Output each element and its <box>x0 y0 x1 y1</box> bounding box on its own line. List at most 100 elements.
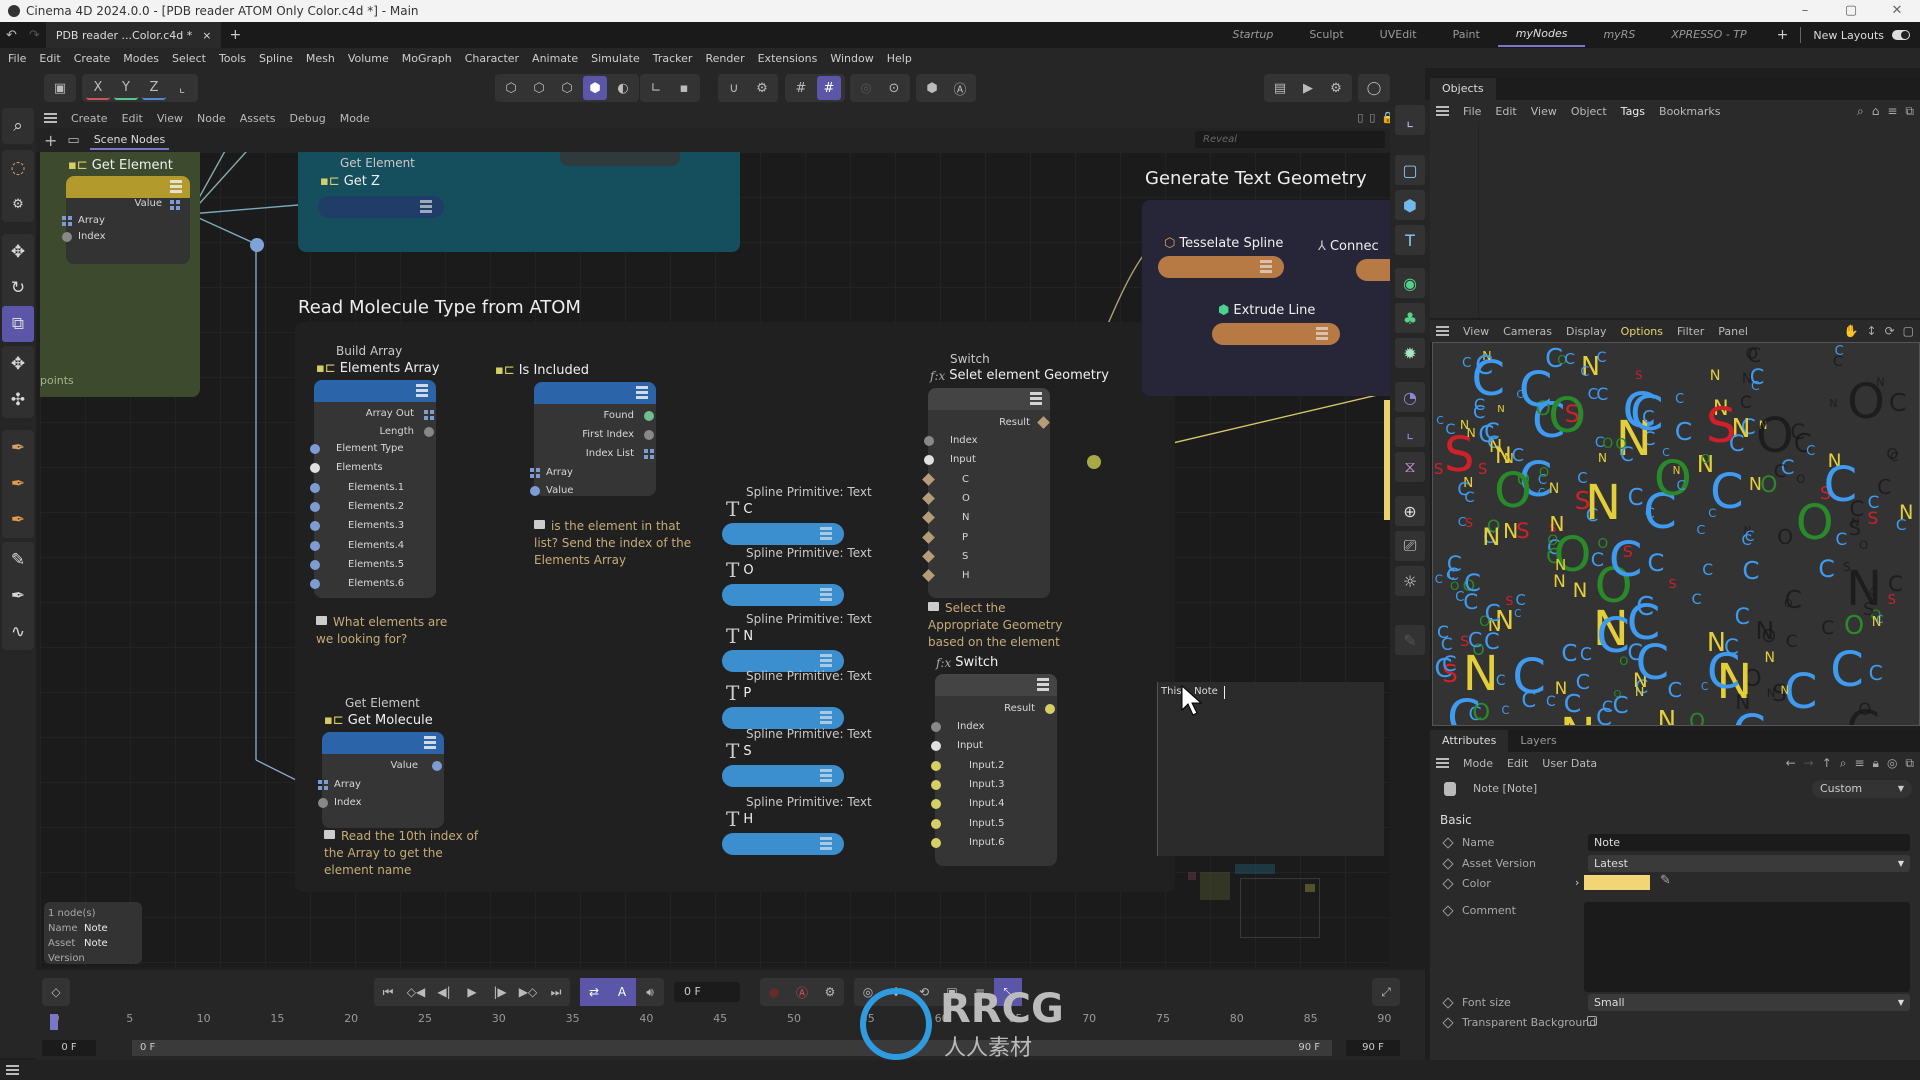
node-menu-icon[interactable] <box>1037 678 1049 691</box>
hamburger-menu-icon[interactable] <box>1436 106 1449 116</box>
group-generate-text[interactable] <box>1142 200 1390 396</box>
menu-simulate[interactable]: Simulate <box>591 52 640 65</box>
port-index-handle[interactable] <box>318 798 328 808</box>
selection-settings-icon[interactable]: ⚙ <box>2 186 34 222</box>
keyframe-diamond-icon[interactable] <box>1442 857 1454 870</box>
canvas-minimap[interactable] <box>1180 864 1390 954</box>
attr-menu-user-data[interactable]: User Data <box>1542 757 1597 770</box>
up-arrow-icon[interactable]: ↑ <box>1822 756 1832 771</box>
port-elements-6-handle[interactable] <box>310 579 320 590</box>
node-spline-text-h[interactable] <box>722 833 844 855</box>
target-icon[interactable]: ◎ <box>1887 756 1897 771</box>
menu-modes[interactable]: Modes <box>123 52 159 65</box>
environment-globe-icon[interactable]: ⊕ <box>1395 496 1425 526</box>
menu-select[interactable]: Select <box>172 52 206 65</box>
node-spline-text-o[interactable] <box>722 584 844 606</box>
spline-cubes-icon[interactable]: ✒ <box>2 502 34 538</box>
menu-mograph[interactable]: MoGraph <box>402 52 452 65</box>
transform-tool-icon[interactable]: ✥ <box>2 346 34 382</box>
node-menu-icon[interactable] <box>170 180 182 193</box>
port-elements-2-handle[interactable] <box>310 501 320 512</box>
ne-menu-debug[interactable]: Debug <box>290 112 326 125</box>
search-icon[interactable]: ⌕ <box>1857 104 1864 119</box>
node-menu-icon[interactable] <box>820 769 832 782</box>
close-tab-icon[interactable]: × <box>202 29 211 42</box>
menu-window[interactable]: Window <box>830 52 873 65</box>
hex-tool-icon[interactable]: ⬢ <box>920 76 944 100</box>
snap-settings-icon[interactable]: ⚙ <box>750 76 774 100</box>
layout-startup[interactable]: Startup <box>1214 22 1291 48</box>
node-menu-icon[interactable] <box>1316 327 1328 340</box>
cloner-icon[interactable]: ◉ <box>1395 268 1425 298</box>
menu-edit[interactable]: Edit <box>39 52 60 65</box>
search-icon[interactable]: ⌕ <box>1840 756 1847 771</box>
obj-menu-view[interactable]: View <box>1531 105 1557 118</box>
playhead[interactable] <box>50 1014 58 1030</box>
comment-textarea[interactable] <box>1584 902 1910 992</box>
hamburger-menu-icon[interactable] <box>44 113 57 123</box>
deformer-icon[interactable]: ◔ <box>1395 382 1425 412</box>
asset-version-dropdown[interactable]: Latest ▼ <box>1588 855 1910 872</box>
snap-magnet-icon[interactable]: ∪ <box>722 76 746 100</box>
name-input[interactable]: Note <box>1588 834 1910 851</box>
light-icon[interactable]: ☼ <box>1395 566 1425 596</box>
redo-icon[interactable]: ↷ <box>23 28 46 43</box>
port-array-handle[interactable] <box>318 780 328 790</box>
tab-attributes[interactable]: Attributes <box>1430 730 1509 752</box>
field-icon[interactable]: ⌞ <box>1395 417 1425 447</box>
menu-render[interactable]: Render <box>705 52 744 65</box>
y-axis-lock-button[interactable]: Y <box>114 76 138 100</box>
obj-menu-object[interactable]: Object <box>1571 105 1607 118</box>
keyframe-diamond-icon[interactable] <box>1442 836 1454 849</box>
node-graph-canvas[interactable]: points ▪⊏ Get Element Value Array Index G… <box>40 152 1390 967</box>
new-layouts-toggle[interactable] <box>1892 30 1910 40</box>
port-elements-4-handle[interactable] <box>310 540 320 551</box>
transparent-bg-checkbox[interactable] <box>1587 1016 1597 1026</box>
maximize-view-icon[interactable]: ▢ <box>1903 324 1914 338</box>
node-select-geometry[interactable]: Result Index Input C O N P S H <box>922 388 1050 598</box>
port-element-type-handle[interactable] <box>310 444 320 454</box>
document-tab[interactable]: PDB reader ...Color.c4d * × <box>45 22 222 48</box>
node-menu-icon[interactable] <box>820 527 832 540</box>
hamburger-menu-icon[interactable] <box>6 1065 19 1075</box>
wire-reroute-dot[interactable] <box>1087 455 1101 469</box>
coordinate-system-icon[interactable]: ⌞ <box>170 76 194 100</box>
node-spline-text-c[interactable] <box>722 523 844 545</box>
port-input-3-handle[interactable] <box>931 779 941 790</box>
node-spline-text-s[interactable] <box>722 765 844 787</box>
ne-menu-mode[interactable]: Mode <box>340 112 370 125</box>
ne-menu-view[interactable]: View <box>157 112 183 125</box>
node-menu-icon[interactable] <box>636 386 648 399</box>
spline-line-icon[interactable]: ✒ <box>2 578 34 614</box>
layout-uvedit[interactable]: UVEdit <box>1362 22 1435 48</box>
port-value-handle[interactable] <box>432 761 442 771</box>
back-arrow-icon[interactable]: ← <box>1786 756 1796 771</box>
node-get-molecule[interactable]: Value Array Index <box>318 732 444 828</box>
port-result-handle[interactable] <box>1037 416 1050 429</box>
hamburger-menu-icon[interactable] <box>1436 758 1449 768</box>
start-frame-field[interactable]: 0 F <box>42 1040 96 1056</box>
wire-reroute-dot[interactable] <box>250 238 264 252</box>
mograph-cubes-icon[interactable]: ♣ <box>1395 303 1425 333</box>
node-menu-icon[interactable] <box>416 384 428 397</box>
port-length-handle[interactable] <box>424 427 434 437</box>
uv-mode-icon[interactable]: ◐ <box>611 76 635 100</box>
obj-menu-tags[interactable]: Tags <box>1621 105 1645 118</box>
filter-icon[interactable]: ≡ <box>1854 756 1864 771</box>
auto-icon[interactable]: Ⓐ <box>948 76 972 100</box>
spline-square-icon[interactable]: ✒ <box>2 466 34 502</box>
text-spline-icon[interactable]: T <box>1395 225 1425 255</box>
port-array-handle[interactable] <box>530 468 540 478</box>
port-array-handle[interactable] <box>62 216 72 226</box>
port-input-handle[interactable] <box>931 741 941 752</box>
keyframe-diamond-icon[interactable] <box>1442 877 1454 890</box>
vp-menu-display[interactable]: Display <box>1566 325 1607 338</box>
coordinate-object-icon[interactable]: ⌞ <box>1395 105 1425 135</box>
vp-menu-view[interactable]: View <box>1463 325 1489 338</box>
node-get-z[interactable] <box>318 196 444 218</box>
render-settings-icon[interactable]: ⚙ <box>1324 76 1348 100</box>
keyframe-diamond-icon[interactable] <box>1442 996 1454 1009</box>
preset-dropdown[interactable]: Custom ▼ <box>1812 780 1912 798</box>
node-offscreen[interactable] <box>560 152 680 166</box>
ne-menu-assets[interactable]: Assets <box>240 112 276 125</box>
